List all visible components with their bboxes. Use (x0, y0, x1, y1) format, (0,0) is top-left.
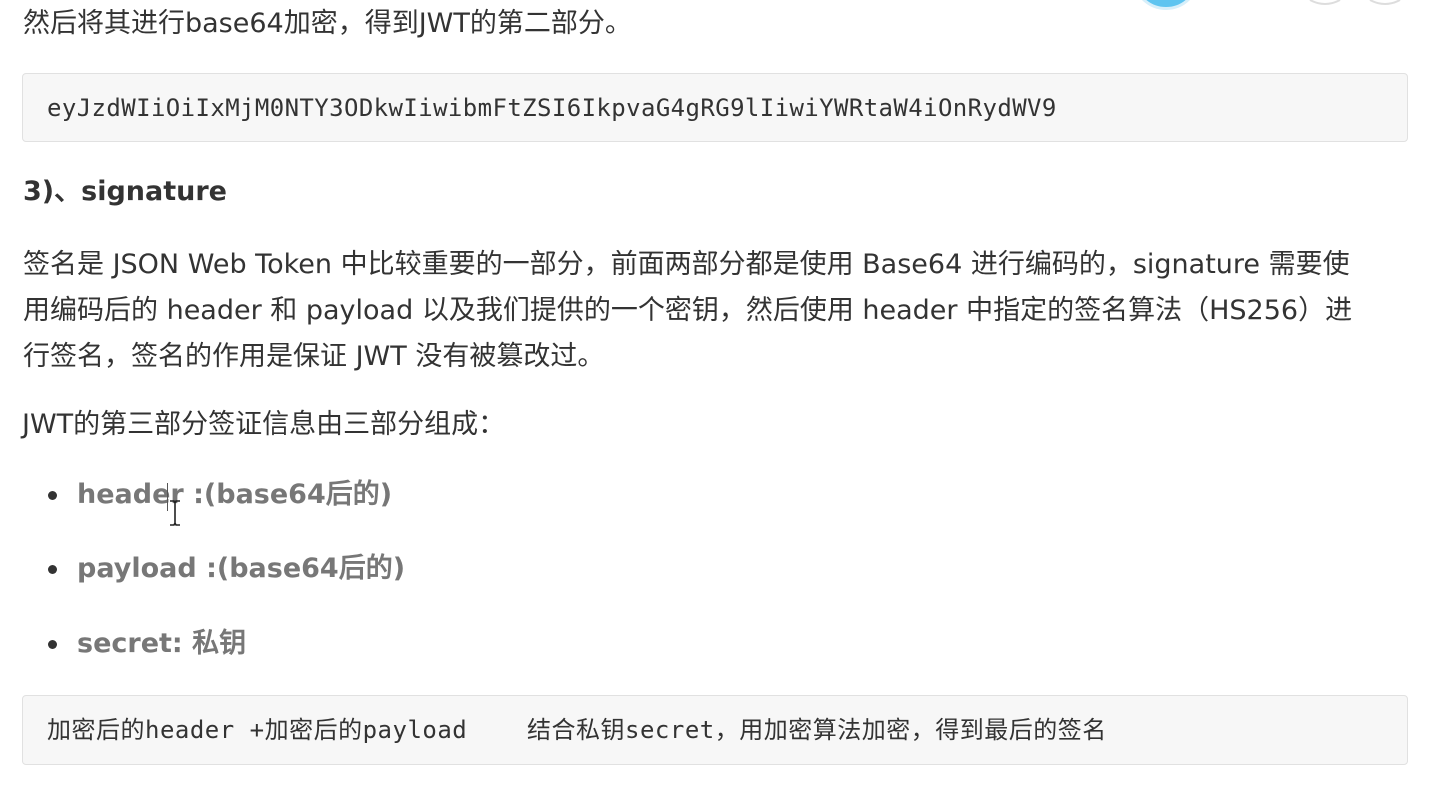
bullet-icon (48, 565, 57, 574)
list-item-text: secret: 私钥 (77, 628, 247, 659)
corner-decoration (1309, 0, 1401, 5)
paragraph-line: 用编码后的 header 和 payload 以及我们提供的一个密钥，然后使用 … (23, 295, 1353, 326)
paragraph-signature-description: 签名是 JSON Web Token 中比较重要的一部分，前面两部分都是使用 B… (23, 242, 1413, 380)
list-item-text: header :(base64后的) (77, 479, 393, 510)
bullet-icon (48, 491, 57, 500)
floating-avatar-button[interactable] (1132, 0, 1200, 10)
section-heading-signature: 3)、signature (23, 176, 227, 207)
bullet-icon (48, 640, 57, 649)
paragraph-intro: 然后将其进行base64加密，得到JWT的第二部分。 (23, 8, 632, 39)
code-block-payload: eyJzdWIiOiIxMjM0NTY3ODkwIiwibmFtZSI6Ikpv… (22, 73, 1408, 142)
list-item-text: payload :(base64后的) (77, 553, 406, 584)
code-text-signature-formula: 加密后的header +加密后的payload 结合私钥secret，用加密算法… (47, 716, 1107, 744)
text-ibeam-cursor-icon (170, 500, 180, 526)
paragraph-line: 签名是 JSON Web Token 中比较重要的一部分，前面两部分都是使用 B… (23, 249, 1350, 280)
code-block-signature-formula: 加密后的header +加密后的payload 结合私钥secret，用加密算法… (22, 695, 1408, 765)
paragraph-line: 行签名，签名的作用是保证 JWT 没有被篡改过。 (23, 341, 605, 372)
code-text-payload: eyJzdWIiOiIxMjM0NTY3ODkwIiwibmFtZSI6Ikpv… (47, 94, 1057, 122)
paragraph-signature-parts: JWT的第三部分签证信息由三部分组成： (22, 409, 506, 440)
